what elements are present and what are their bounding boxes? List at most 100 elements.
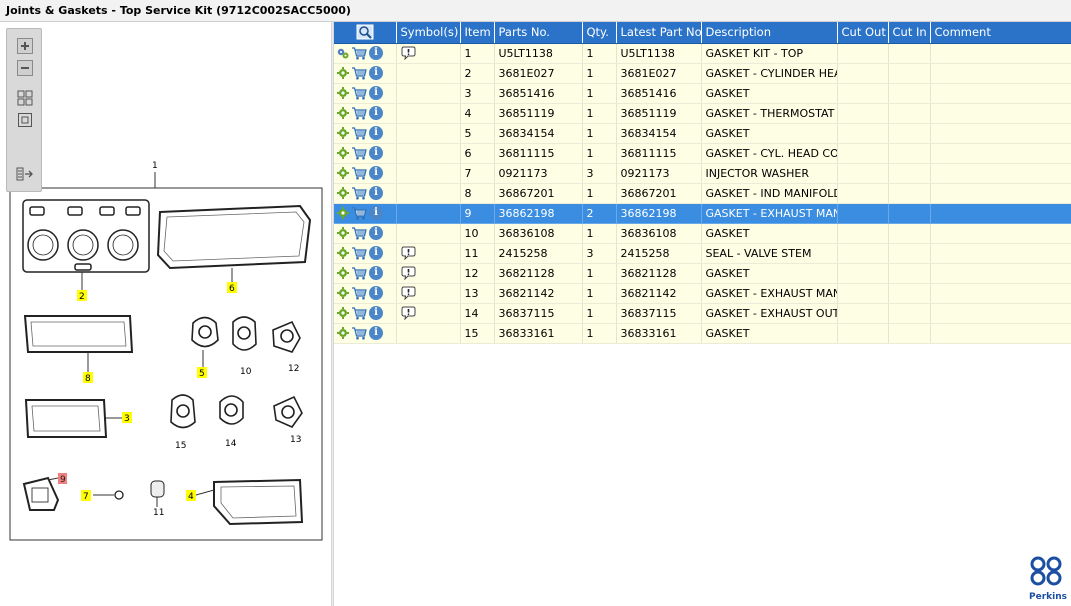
add-to-cart-icon[interactable] — [351, 306, 367, 320]
add-to-cart-icon[interactable] — [351, 106, 367, 120]
header-symbols[interactable]: Symbol(s) — [396, 22, 461, 44]
cell-symbols — [396, 143, 461, 164]
cell-symbols — [396, 303, 461, 324]
info-icon[interactable]: i — [369, 106, 383, 120]
note-symbol-icon[interactable] — [401, 266, 416, 280]
note-symbol-icon[interactable] — [401, 46, 416, 60]
table-row[interactable]: i 15 36833161 1 36833161 GASKET — [334, 323, 1071, 344]
info-icon[interactable]: i — [369, 306, 383, 320]
cell-cut-out — [837, 243, 889, 264]
info-icon[interactable]: i — [369, 266, 383, 280]
table-row[interactable]: i 6 36811115 1 36811115 GASKET - CYL. HEAD CO… — [334, 143, 1071, 164]
add-to-cart-icon[interactable] — [351, 326, 367, 340]
info-icon[interactable]: i — [369, 326, 383, 340]
add-to-cart-icon[interactable] — [351, 206, 367, 220]
gear-icon[interactable] — [337, 227, 349, 239]
table-row[interactable]: i 5 36834154 1 36834154 GASKET — [334, 123, 1071, 144]
cell-cut-in — [888, 203, 931, 224]
info-icon[interactable]: i — [369, 146, 383, 160]
header-cut-out[interactable]: Cut Out — [837, 22, 889, 44]
toggle-panel-icon[interactable] — [15, 165, 34, 182]
info-icon[interactable]: i — [369, 66, 383, 80]
gear-icon[interactable] — [337, 267, 349, 279]
add-to-cart-icon[interactable] — [351, 86, 367, 100]
header-latest-part-no[interactable]: Latest Part No. — [616, 22, 702, 44]
gear-icon[interactable] — [337, 107, 349, 119]
cell-cut-out — [837, 83, 889, 104]
zoom-out-icon[interactable] — [15, 59, 34, 76]
add-to-cart-icon[interactable] — [351, 266, 367, 280]
cell-comment — [930, 163, 1071, 184]
cell-cut-in — [888, 123, 931, 144]
cell-comment — [930, 103, 1071, 124]
gear-icon[interactable] — [337, 207, 349, 219]
gear-icon[interactable] — [337, 87, 349, 99]
search-icon[interactable] — [356, 24, 374, 40]
add-to-cart-icon[interactable] — [351, 286, 367, 300]
fit-page-icon[interactable] — [15, 89, 34, 106]
diagram-panel[interactable]: 1 2 6 8 5 10 12 3 15 14 13 9 7 11 4 — [0, 22, 331, 606]
add-to-cart-icon[interactable] — [351, 166, 367, 180]
table-row[interactable]: i 8 36867201 1 36867201 GASKET - IND MANIFOLD — [334, 183, 1071, 204]
table-row[interactable]: i 13 36821142 1 36821142 GASKET - EXHAUST MAN… — [334, 283, 1071, 304]
info-icon[interactable]: i — [369, 246, 383, 260]
table-row[interactable]: i 7 0921173 3 0921173 INJECTOR WASHER — [334, 163, 1071, 184]
gear-icon[interactable] — [337, 247, 349, 259]
svg-text:4: 4 — [188, 492, 194, 502]
title-bar: Joints & Gaskets - Top Service Kit (9712… — [0, 0, 1071, 22]
header-description[interactable]: Description — [701, 22, 838, 44]
svg-text:12: 12 — [288, 364, 299, 374]
info-icon[interactable]: i — [369, 86, 383, 100]
note-symbol-icon[interactable] — [401, 246, 416, 260]
gear-icon[interactable] — [337, 147, 349, 159]
gear-icon[interactable] — [337, 327, 349, 339]
header-comment[interactable]: Comment — [930, 22, 1071, 44]
add-to-cart-icon[interactable] — [351, 226, 367, 240]
table-row[interactable]: i 2 3681E027 1 3681E027 GASKET - CYLINDER HEA… — [334, 63, 1071, 84]
table-row[interactable]: i 11 2415258 3 2415258 SEAL - VALVE STEM — [334, 243, 1071, 264]
cell-description: GASKET — [701, 263, 838, 284]
table-row[interactable]: i 10 36836108 1 36836108 GASKET — [334, 223, 1071, 244]
gear-icon[interactable] — [337, 307, 349, 319]
header-qty[interactable]: Qty. — [582, 22, 617, 44]
header-actions[interactable] — [334, 22, 397, 44]
gear-icon[interactable] — [337, 187, 349, 199]
info-icon[interactable]: i — [369, 186, 383, 200]
info-icon[interactable]: i — [369, 166, 383, 180]
info-icon[interactable]: i — [369, 286, 383, 300]
header-item[interactable]: Item — [460, 22, 495, 44]
actual-size-icon[interactable] — [15, 111, 34, 128]
info-icon[interactable]: i — [369, 206, 383, 220]
note-symbol-icon[interactable] — [401, 286, 416, 300]
table-row[interactable]: i 12 36821128 1 36821128 GASKET — [334, 263, 1071, 284]
add-to-cart-icon[interactable] — [351, 146, 367, 160]
zoom-in-icon[interactable] — [15, 37, 34, 54]
add-to-cart-icon[interactable] — [351, 46, 367, 60]
cell-qty: 1 — [582, 323, 617, 344]
header-cut-in[interactable]: Cut In — [888, 22, 931, 44]
table-row[interactable]: i436851119136851119GASKET - THERMOSTAT H… — [334, 103, 1071, 124]
cell-parts-no: 36811115 — [494, 143, 583, 164]
gear-icon[interactable] — [337, 167, 349, 179]
info-icon[interactable]: i — [369, 226, 383, 240]
cell-cut-out — [837, 303, 889, 324]
gear-icon[interactable] — [337, 287, 349, 299]
header-parts-no[interactable]: Parts No. — [494, 22, 583, 44]
gear-icon[interactable] — [337, 127, 349, 139]
info-icon[interactable]: i — [369, 46, 383, 60]
info-icon[interactable]: i — [369, 126, 383, 140]
cell-latest-part-no: 36851119 — [616, 103, 702, 124]
add-to-cart-icon[interactable] — [351, 186, 367, 200]
note-symbol-icon[interactable] — [401, 306, 416, 320]
gear-icon[interactable] — [337, 67, 349, 79]
cell-latest-part-no: 3681E027 — [616, 63, 702, 84]
table-row[interactable]: i 14 36837115 1 36837115 GASKET - EXHAUST OUT… — [334, 303, 1071, 324]
gear-set-icon[interactable] — [337, 47, 349, 59]
table-row[interactable]: i 1 U5LT1138 1 U5LT1138 GASKET KIT - TOP — [334, 43, 1071, 64]
add-to-cart-icon[interactable] — [351, 126, 367, 140]
cell-description: INJECTOR WASHER — [701, 163, 838, 184]
add-to-cart-icon[interactable] — [351, 246, 367, 260]
table-row[interactable]: i 9 36862198 2 36862198 GASKET - EXHAUST MANI… — [334, 203, 1071, 224]
table-row[interactable]: i 3 36851416 1 36851416 GASKET — [334, 83, 1071, 104]
add-to-cart-icon[interactable] — [351, 66, 367, 80]
